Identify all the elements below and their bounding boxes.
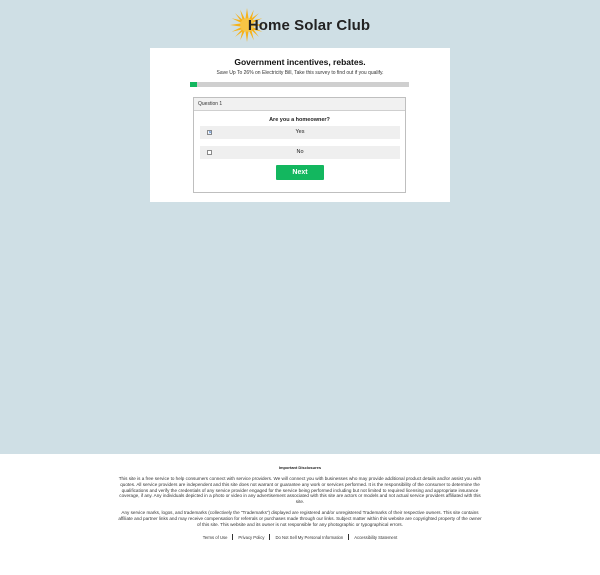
question-text: Are you a homeowner? <box>269 117 330 123</box>
disclosures-title: Important Disclosures <box>278 465 322 470</box>
site-logo[interactable]: Home Solar Club <box>229 7 371 42</box>
survey-title: Government incentives, rebates. <box>234 57 366 67</box>
terms-of-use-link[interactable]: Terms of Use <box>198 535 233 540</box>
logo-text: Home Solar Club <box>247 16 371 34</box>
accessibility-statement-link[interactable]: Accessibility Statement <box>349 535 402 540</box>
question-header: Question 1 <box>194 98 405 111</box>
site-header: Home Solar Club <box>0 0 600 48</box>
site-footer: Important Disclosures This site is a fre… <box>0 454 600 575</box>
do-not-sell-link[interactable]: Do Not Sell My Personal Information <box>270 535 348 540</box>
option-no[interactable]: No <box>200 146 400 159</box>
option-label: Yes <box>295 129 305 135</box>
progress-fill <box>190 82 197 87</box>
survey-subtitle: Save Up To 26% on Electricity Bill, Take… <box>216 70 384 76</box>
next-button[interactable]: Next <box>276 165 324 180</box>
trademark-paragraph: Any service marks, logos, and trademarks… <box>118 510 482 527</box>
progress-bar <box>190 82 409 87</box>
footer-links: Terms of Use Privacy Policy Do Not Sell … <box>0 534 600 540</box>
option-yes[interactable]: Yes <box>200 126 400 139</box>
survey-card: Government incentives, rebates. Save Up … <box>150 48 450 202</box>
privacy-policy-link[interactable]: Privacy Policy <box>233 535 269 540</box>
disclosure-paragraph: This site is a free service to help cons… <box>118 476 482 505</box>
question-box: Question 1 Are you a homeowner? Yes No N… <box>193 97 406 193</box>
option-label: No <box>296 149 304 155</box>
